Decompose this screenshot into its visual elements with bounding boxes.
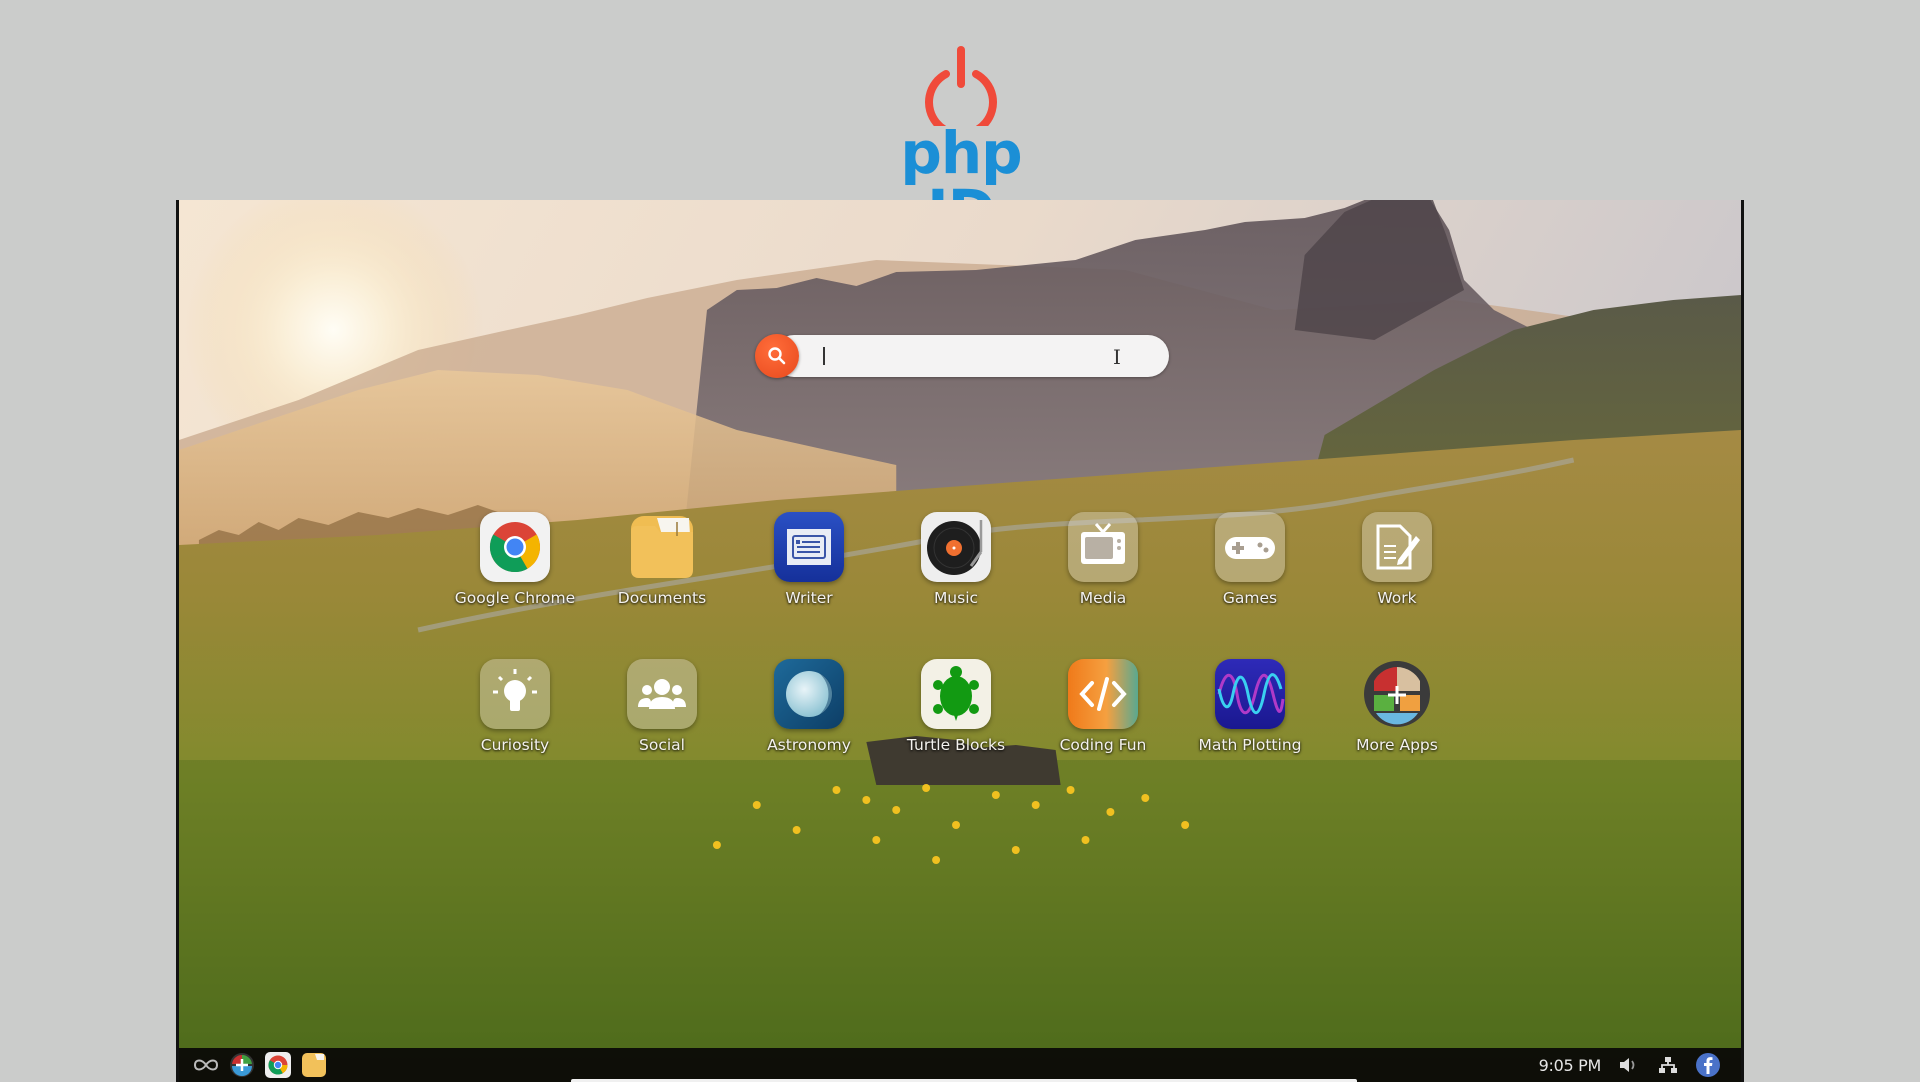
app-social[interactable]: Social [587, 659, 737, 754]
search-box[interactable]: I [755, 334, 1169, 378]
facebook-icon [1696, 1053, 1720, 1077]
turntable-icon [921, 512, 991, 582]
gamepad-icon [1215, 512, 1285, 582]
volume-button[interactable] [1615, 1052, 1641, 1078]
taskbar: 9:05 PM [179, 1048, 1741, 1082]
people-icon [627, 659, 697, 729]
app-astronomy[interactable]: Astronomy [734, 659, 884, 754]
power-icon [925, 46, 997, 126]
volume-icon [1620, 1058, 1635, 1072]
taskbar-chrome[interactable] [265, 1052, 291, 1078]
moon-icon [774, 659, 844, 729]
app-label: Media [1079, 589, 1127, 607]
taskbar-more-apps[interactable] [229, 1052, 255, 1078]
app-label: Documents [617, 589, 707, 607]
lightbulb-icon [480, 659, 550, 729]
app-label: Turtle Blocks [906, 736, 1006, 754]
app-label: More Apps [1356, 736, 1438, 754]
app-label: Work [1377, 589, 1417, 607]
app-music[interactable]: Music [881, 512, 1031, 607]
app-coding-fun[interactable]: Coding Fun [1028, 659, 1178, 754]
app-math-plotting[interactable]: Math Plotting [1175, 659, 1325, 754]
php-id-logo: php ID [866, 46, 1056, 240]
app-turtle-blocks[interactable]: Turtle Blocks [881, 659, 1031, 754]
wallpaper [179, 200, 1741, 1082]
app-google-chrome[interactable]: Google Chrome [440, 512, 590, 607]
app-label: Astronomy [767, 736, 851, 754]
app-label: Music [933, 589, 979, 607]
network-icon [1659, 1057, 1677, 1073]
tv-icon [1068, 512, 1138, 582]
add-apps-icon [230, 1053, 254, 1077]
app-media[interactable]: Media [1028, 512, 1178, 607]
folder-icon [627, 512, 697, 582]
app-games[interactable]: Games [1175, 512, 1325, 607]
document-edit-icon [1362, 512, 1432, 582]
app-label: Curiosity [480, 736, 550, 754]
app-label: Google Chrome [454, 589, 576, 607]
search-input[interactable]: I [773, 335, 1169, 377]
infinity-icon [193, 1059, 219, 1071]
app-label: Social [639, 736, 685, 754]
app-more-apps[interactable]: More Apps [1322, 659, 1472, 754]
app-label: Coding Fun [1059, 736, 1147, 754]
wave-icon [1215, 659, 1285, 729]
chrome-icon [265, 1052, 291, 1078]
chrome-icon [480, 512, 550, 582]
app-documents[interactable]: Documents [587, 512, 737, 607]
launcher-button[interactable] [193, 1052, 219, 1078]
add-apps-icon [1362, 659, 1432, 729]
code-icon [1068, 659, 1138, 729]
app-work[interactable]: Work [1322, 512, 1472, 607]
app-label: Math Plotting [1198, 736, 1302, 754]
text-caret [823, 347, 825, 365]
folder-icon [302, 1053, 326, 1077]
writer-icon [774, 512, 844, 582]
clock[interactable]: 9:05 PM [1539, 1056, 1602, 1075]
facebook-button[interactable] [1695, 1052, 1721, 1078]
ibeam-cursor-icon: I [1113, 345, 1121, 369]
network-button[interactable] [1655, 1052, 1681, 1078]
app-label: Writer [785, 589, 833, 607]
app-curiosity[interactable]: Curiosity [440, 659, 590, 754]
search-icon [768, 347, 786, 365]
search-button[interactable] [755, 334, 799, 378]
app-label: Games [1222, 589, 1278, 607]
taskbar-documents[interactable] [301, 1052, 327, 1078]
app-writer[interactable]: Writer [734, 512, 884, 607]
turtle-icon [921, 659, 991, 729]
desktop-screen: I Google Chrome Documents Writer Music M… [176, 200, 1744, 1082]
